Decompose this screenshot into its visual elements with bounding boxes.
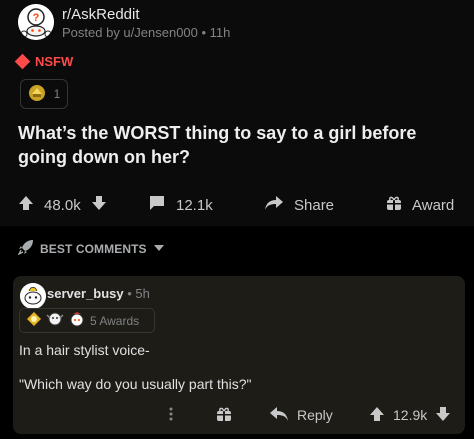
comment-sort-dropdown[interactable]: BEST COMMENTS [17, 239, 165, 258]
comment-count: 12.1k [176, 196, 213, 214]
comment-action-bar: Reply 12.9k [13, 402, 465, 428]
subreddit-name[interactable]: r/AskReddit [62, 6, 140, 23]
award-icon [28, 84, 46, 105]
comment-author-line: server_busy • 5h [47, 286, 150, 301]
comment-more-button[interactable] [168, 402, 174, 428]
post-meta: Posted by u/Jensen000 • 11h [62, 25, 231, 40]
award-icon [26, 311, 42, 330]
comment-upvote-count: 12.9k [393, 407, 428, 423]
award-icon [46, 311, 64, 330]
nsfw-diamond-icon [14, 53, 31, 70]
vote-group: 48.0k [18, 188, 107, 222]
post-upvote-count: 48.0k [44, 196, 81, 214]
comment-vote-group: 12.9k [369, 402, 451, 428]
gift-icon [386, 195, 402, 215]
sort-label: BEST COMMENTS [40, 241, 147, 256]
more-dots-icon [168, 406, 174, 425]
award-label: Award [412, 196, 455, 214]
svg-text:?: ? [33, 12, 40, 24]
share-button[interactable]: Share [264, 188, 334, 222]
reply-icon [269, 406, 289, 425]
gift-icon [216, 406, 232, 425]
share-icon [264, 195, 284, 215]
comments-button[interactable]: 12.1k [148, 188, 213, 222]
award-count: 1 [53, 87, 61, 101]
nsfw-label: NSFW [35, 54, 74, 69]
user-avatar-icon[interactable] [20, 283, 46, 309]
comment-awards[interactable]: 5 Awards [19, 308, 155, 333]
downvote-icon[interactable] [91, 195, 107, 215]
comment-awards-label: 5 Awards [90, 313, 140, 328]
comment-card: server_busy • 5h 5 Awards In a hair styl… [13, 276, 465, 434]
upvote-icon[interactable] [369, 406, 385, 425]
downvote-icon[interactable] [435, 406, 451, 425]
subreddit-avatar-icon[interactable]: ? [18, 4, 54, 40]
comment-reply-button[interactable]: Reply [269, 402, 333, 428]
nsfw-tag: NSFW [14, 53, 74, 70]
upvote-icon[interactable] [18, 195, 34, 215]
comment-icon [148, 195, 166, 215]
comment-username[interactable]: server_busy [47, 286, 124, 301]
comment-text-line-2: "Which way do you usually part this?" [19, 376, 252, 392]
comment-text-line-1: In a hair stylist voice- [19, 342, 150, 358]
rocket-icon [17, 239, 34, 258]
award-icon [68, 311, 86, 330]
reply-label: Reply [297, 407, 333, 423]
chevron-down-icon [153, 242, 165, 256]
post-action-bar: 48.0k 12.1k Share Award [0, 188, 474, 222]
share-label: Share [294, 196, 335, 214]
post-awards[interactable]: 1 [20, 79, 68, 109]
award-button[interactable]: Award [386, 188, 454, 222]
post-title[interactable]: What’s the WORST thing to say to a girl … [18, 121, 463, 169]
post-card: ? r/AskReddit Posted by u/Jensen000 • 11… [0, 0, 474, 226]
comment-award-button[interactable] [216, 402, 232, 428]
comment-time: • 5h [127, 286, 150, 301]
